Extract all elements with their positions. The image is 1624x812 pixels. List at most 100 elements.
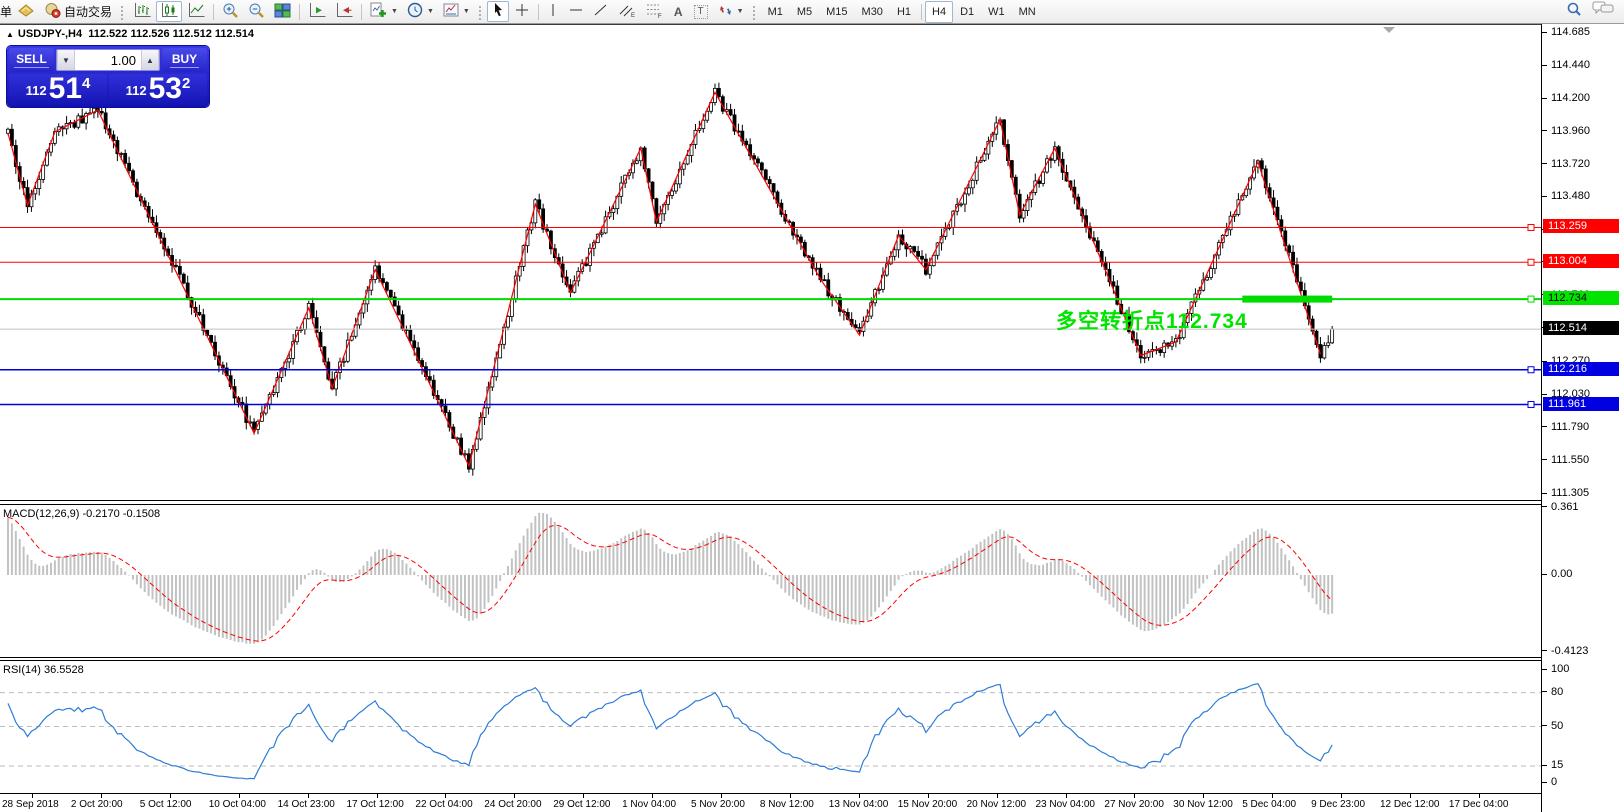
time-axis-tick [583, 794, 585, 798]
price-axis-tick [1542, 426, 1547, 428]
chevron-down-icon: ▼ [736, 8, 744, 15]
chat-icon[interactable] [1592, 1, 1614, 22]
price-axis-tick-label: 111.790 [1551, 420, 1590, 433]
chevron-down-icon: ▼ [391, 8, 398, 15]
chart-shift-marker-icon[interactable] [1383, 27, 1395, 33]
fibonacci-icon: F [645, 2, 663, 21]
bar-chart-button[interactable] [129, 1, 155, 22]
chart-symbol-period: USDJPY-,H4 [17, 28, 83, 40]
level-price-label: 113.004 [1543, 254, 1619, 269]
channel-tool-button[interactable]: E [614, 1, 640, 22]
chart-collapse-icon[interactable]: ▲ [6, 30, 14, 39]
zoom-in-button[interactable] [218, 1, 243, 22]
price-axis-tick-label: 114.200 [1551, 92, 1590, 105]
sell-price-display[interactable]: 112 51 4 [9, 73, 107, 105]
timeframe-D1-button[interactable]: D1 [953, 1, 981, 23]
rsi-axis-tick [1542, 725, 1547, 726]
macd-axis-tick-label: 0.361 [1551, 500, 1579, 513]
time-axis-label: 17 Dec 04:00 [1448, 799, 1509, 810]
toolbar-separator [299, 3, 301, 20]
timeframe-W1-button[interactable]: W1 [981, 1, 1012, 23]
label-tool-button[interactable]: T [690, 1, 712, 22]
time-axis-label: 23 Nov 04:00 [1035, 799, 1096, 810]
time-axis-label: 9 Dec 23:00 [1311, 799, 1366, 810]
level-line-anchor [1527, 223, 1535, 231]
timeframe-M5-button[interactable]: M5 [790, 1, 819, 23]
candlestick-chart-icon [160, 2, 178, 21]
zoom-out-button[interactable] [244, 1, 269, 22]
candlestick-chart-button[interactable] [156, 1, 183, 22]
zoom-in-icon [222, 2, 239, 22]
level-line-anchor [1527, 401, 1535, 409]
price-axis-tick [1542, 492, 1547, 494]
buy-price-display[interactable]: 112 53 2 [109, 73, 207, 105]
time-axis-tick [652, 794, 654, 798]
line-chart-button[interactable] [183, 1, 209, 22]
price-chart-panel[interactable]: ▲ USDJPY-,H4 112.522 112.526 112.512 112.… [0, 24, 1541, 501]
text-tool-button[interactable]: A [668, 1, 689, 22]
toolbar-separator [537, 3, 539, 20]
main-toolbar: 单 自动交易 ▼ ▼ ▼ E F A T ▼ M1 M5 M15 M30 H1 … [0, 0, 1624, 24]
buy-price-point: 2 [182, 75, 191, 92]
rsi-indicator-panel[interactable]: RSI(14) 36.5528 [0, 660, 1541, 793]
timeframe-H1-button[interactable]: H1 [890, 1, 918, 23]
level-line-anchor [1527, 366, 1535, 374]
templates-button[interactable]: ▼ [439, 1, 474, 22]
chevron-down-icon: ▼ [462, 8, 470, 15]
time-axis-label: 5 Oct 12:00 [139, 799, 192, 810]
search-icon[interactable] [1566, 1, 1582, 22]
price-axis[interactable]: 114.685 114.440 114.200 113.960 113.720 113.4… [1541, 24, 1624, 812]
arrows-tool-button[interactable]: ▼ [713, 1, 748, 22]
price-chart-canvas[interactable] [0, 25, 1541, 500]
indicators-button[interactable]: ▼ [366, 1, 402, 22]
macd-indicator-panel[interactable]: MACD(12,26,9) -0.2170 -0.1508 [0, 504, 1541, 658]
sell-button[interactable]: SELL [9, 48, 54, 72]
time-axis-tick [376, 794, 378, 798]
lot-decrease-button[interactable]: ▼ [57, 50, 75, 70]
timeframe-M15-button[interactable]: M15 [819, 1, 854, 23]
time-axis-label: 17 Oct 12:00 [346, 799, 404, 810]
trendline-tool-button[interactable] [589, 1, 613, 22]
candles-group [6, 82, 1335, 476]
clock-icon [407, 2, 423, 21]
rsi-axis-tick-label: 80 [1551, 685, 1564, 698]
vertical-line-tool-button[interactable] [543, 1, 563, 22]
horizontal-line-tool-button[interactable] [564, 1, 588, 22]
autoscroll-button[interactable] [304, 1, 330, 22]
timeframe-group: M1 M5 M15 M30 H1 H4 D1 W1 MN [761, 0, 1043, 23]
cursor-button[interactable] [486, 1, 509, 22]
time-axis-label: 15 Nov 20:00 [897, 799, 958, 810]
crosshair-button[interactable] [510, 1, 534, 22]
level-line-anchor [1527, 258, 1535, 266]
order-button[interactable]: 单 [0, 3, 12, 20]
time-axis-label: 29 Oct 12:00 [553, 799, 611, 810]
periods-button[interactable]: ▼ [403, 1, 438, 22]
timeframe-MN-button[interactable]: MN [1012, 1, 1043, 23]
timeframe-H4-button[interactable]: H4 [925, 0, 954, 23]
sell-price-point: 4 [82, 75, 91, 92]
time-axis[interactable]: 28 Sep 2018 2 Oct 20:00 5 Oct 12:00 10 Oct … [0, 793, 1541, 812]
autotrading-button[interactable]: 自动交易 [40, 1, 116, 22]
time-axis-label: 14 Oct 23:00 [277, 799, 335, 810]
time-axis-label: 28 Sep 2018 [2, 799, 59, 810]
price-axis-tick [1542, 393, 1547, 395]
svg-text:F: F [658, 14, 662, 18]
lot-size-input[interactable] [75, 50, 141, 70]
timeframe-M1-button[interactable]: M1 [761, 1, 790, 23]
buy-button[interactable]: BUY [162, 48, 207, 72]
new-order-button[interactable] [13, 1, 39, 22]
level-price-label: 112.216 [1543, 361, 1619, 376]
chart-shift-icon [335, 2, 353, 21]
time-axis-tick [1272, 794, 1274, 798]
text-tool-icon: A [673, 4, 683, 19]
timeframe-M30-button[interactable]: M30 [855, 1, 890, 23]
time-axis-tick [996, 794, 998, 798]
chart-shift-button[interactable] [331, 1, 357, 22]
tile-windows-button[interactable] [270, 1, 295, 22]
price-axis-tick-label: 113.960 [1551, 124, 1590, 137]
fibonacci-tool-button[interactable]: F [641, 1, 667, 22]
rsi-line [7, 683, 1333, 780]
price-axis-tick-label: 113.720 [1551, 157, 1590, 170]
sell-price-prefix: 112 [25, 83, 47, 98]
lot-increase-button[interactable]: ▲ [141, 50, 159, 70]
